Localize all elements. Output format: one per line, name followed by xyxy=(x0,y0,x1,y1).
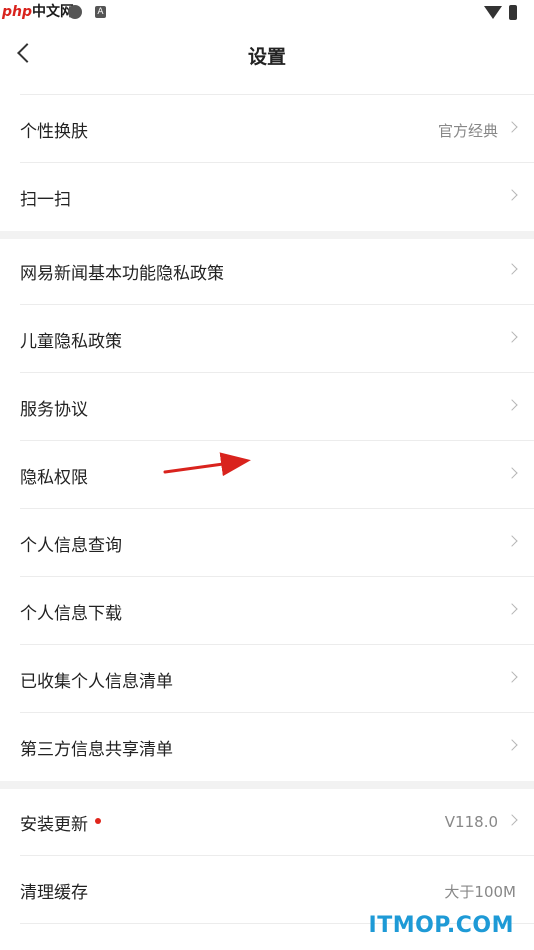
annotation-arrow-icon xyxy=(163,452,251,477)
itmop-watermark: ITMOP.COM xyxy=(368,913,514,938)
